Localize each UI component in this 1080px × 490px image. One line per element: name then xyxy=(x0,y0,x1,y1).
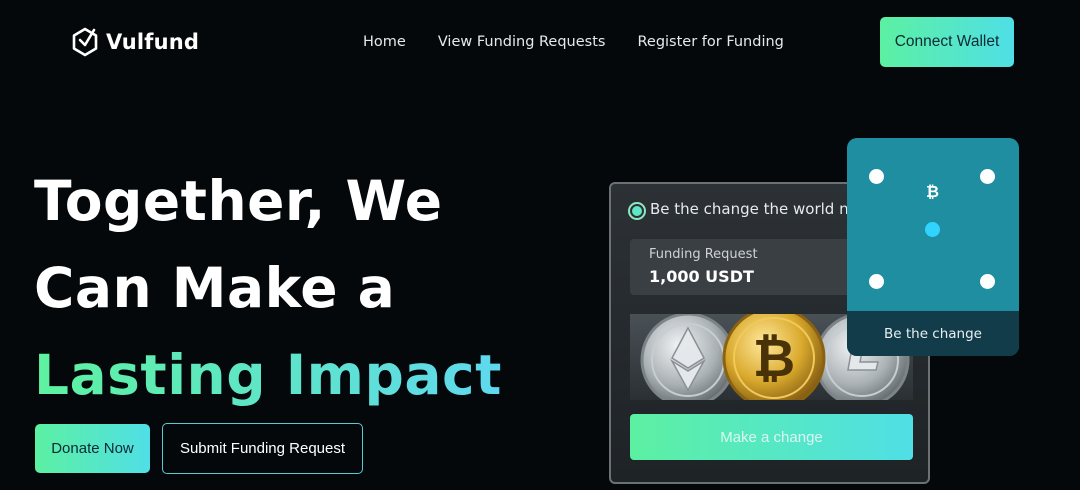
dot-top-left xyxy=(869,169,884,184)
hero-title-line-2: Can Make a xyxy=(34,256,396,320)
connect-wallet-button[interactable]: Connect Wallet xyxy=(880,17,1014,67)
logo[interactable]: Vulfund xyxy=(72,26,199,58)
funding-request-amount: 1,000 USDT xyxy=(649,267,754,286)
ethereum-coin-icon xyxy=(640,314,736,400)
donate-now-button[interactable]: Donate Now xyxy=(35,424,150,473)
make-a-change-button[interactable]: Make a change xyxy=(630,414,913,460)
hero-title-line-1: Together, We xyxy=(34,169,443,233)
dot-top-right xyxy=(980,169,995,184)
dot-center xyxy=(925,222,940,237)
radio-selected-icon[interactable] xyxy=(628,202,646,220)
submit-funding-request-button[interactable]: Submit Funding Request xyxy=(162,423,363,474)
hero-title-line-3: Lasting Impact xyxy=(34,332,502,419)
funding-request-label: Funding Request xyxy=(649,247,758,262)
card-tagline: Be the change the world n xyxy=(650,200,849,218)
nav-link-register-for-funding[interactable]: Register for Funding xyxy=(637,34,783,50)
vulfund-logo-icon xyxy=(72,27,98,57)
main-nav: Home View Funding Requests Register for … xyxy=(363,34,784,50)
svg-text:₿: ₿ xyxy=(753,329,795,389)
nav-link-view-funding-requests[interactable]: View Funding Requests xyxy=(438,34,606,50)
brand-name: Vulfund xyxy=(106,30,200,54)
dot-bottom-right xyxy=(980,274,995,289)
be-the-change-label: Be the change xyxy=(847,311,1019,356)
bitcoin-coin-icon: ₿ xyxy=(722,314,826,400)
bitcoin-icon: ₿ xyxy=(926,182,940,201)
dot-bottom-left xyxy=(869,274,884,289)
be-the-change-card: ₿ Be the change xyxy=(847,138,1019,356)
nav-link-home[interactable]: Home xyxy=(363,34,406,50)
hero-title: Together, We Can Make a Lasting Impact xyxy=(34,158,502,419)
